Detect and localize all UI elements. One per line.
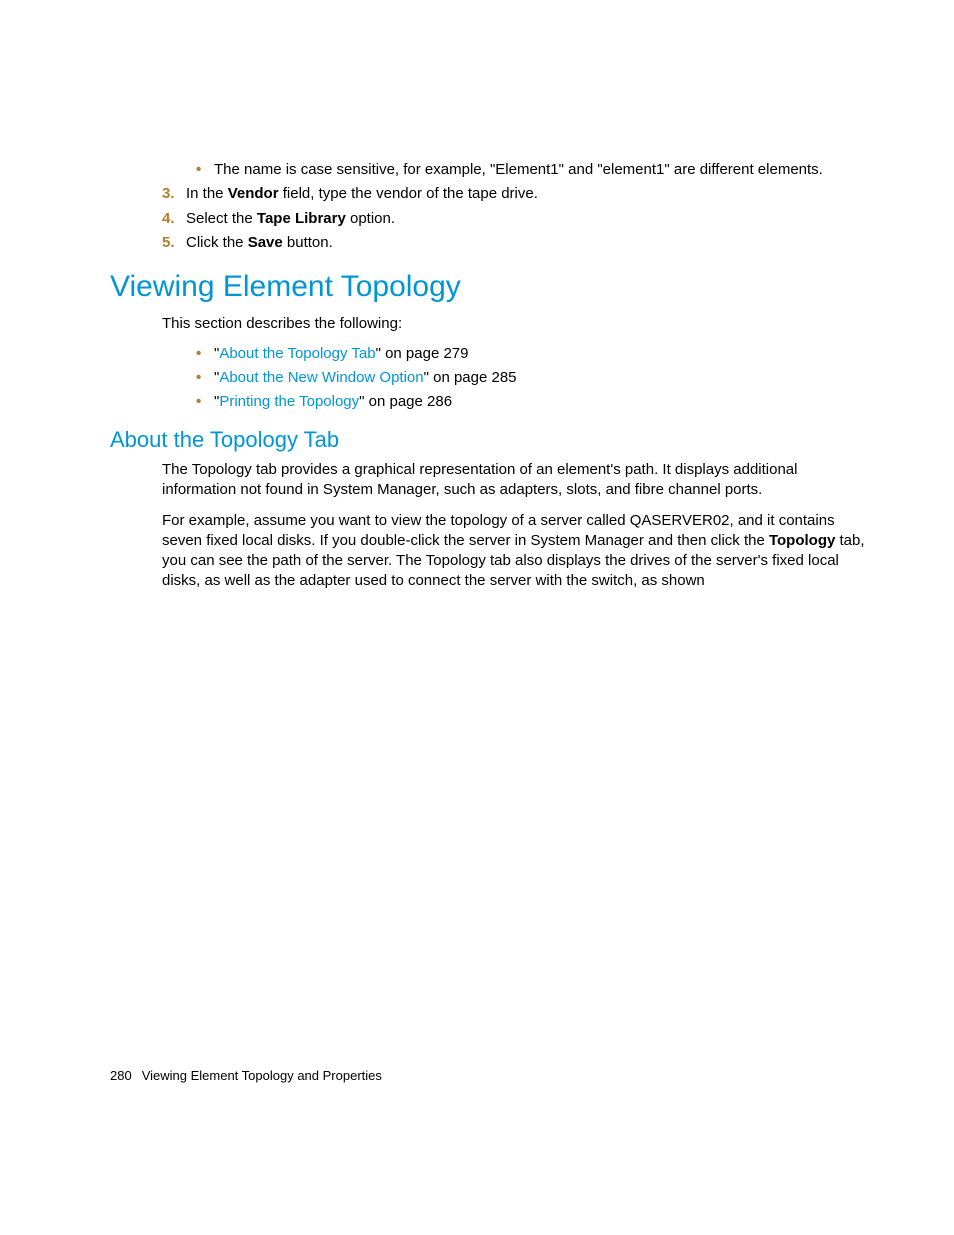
text-run: option.	[346, 210, 395, 227]
text-run: " on page 279	[376, 345, 469, 362]
text-run: Click the	[186, 234, 248, 251]
list-item: • "About the Topology Tab" on page 279	[196, 344, 874, 364]
text-run: For example, assume you want to view the…	[162, 512, 835, 549]
bullet-icon: •	[196, 344, 214, 364]
bullet-icon: •	[196, 392, 214, 412]
ordered-list-item-3: 3. In the Vendor field, type the vendor …	[162, 184, 874, 204]
list-number: 3.	[162, 184, 186, 204]
page-number: 280	[110, 1068, 132, 1083]
list-item-text: In the Vendor field, type the vendor of …	[186, 184, 874, 204]
heading-1: Viewing Element Topology	[110, 267, 874, 308]
text-run: field, type the vendor of the tape drive…	[279, 185, 538, 202]
text-run: Select the	[186, 210, 257, 227]
page-footer: 280 Viewing Element Topology and Properti…	[110, 1067, 382, 1085]
list-item: • The name is case sensitive, for exampl…	[196, 160, 874, 180]
ordered-list-item-5: 5. Click the Save button.	[162, 233, 874, 253]
bold-term: Topology	[769, 532, 835, 549]
text-run: " on page 286	[359, 393, 452, 410]
list-item-text: The name is case sensitive, for example,…	[214, 160, 874, 180]
cross-reference-link[interactable]: About the New Window Option	[219, 369, 423, 386]
body-paragraph: For example, assume you want to view the…	[162, 511, 874, 592]
text-run: button.	[283, 234, 333, 251]
text-run: In the	[186, 185, 228, 202]
list-number: 4.	[162, 209, 186, 229]
body-text: This section describes the following:	[162, 314, 874, 334]
list-item-text: "About the Topology Tab" on page 279	[214, 344, 874, 364]
cross-reference-link[interactable]: About the Topology Tab	[219, 345, 375, 362]
text-run: " on page 285	[424, 369, 517, 386]
cross-reference-link[interactable]: Printing the Topology	[219, 393, 359, 410]
bold-term: Save	[248, 234, 283, 251]
body-paragraph: The Topology tab provides a graphical re…	[162, 460, 874, 501]
list-item-text: Click the Save button.	[186, 233, 874, 253]
heading-2: About the Topology Tab	[110, 425, 874, 455]
list-number: 5.	[162, 233, 186, 253]
bold-term: Vendor	[228, 185, 279, 202]
ordered-list-item-4: 4. Select the Tape Library option.	[162, 209, 874, 229]
footer-title: Viewing Element Topology and Properties	[142, 1068, 382, 1083]
list-item-text: "About the New Window Option" on page 28…	[214, 368, 874, 388]
document-page: • The name is case sensitive, for exampl…	[0, 0, 954, 1235]
bullet-icon: •	[196, 160, 214, 180]
list-item-text: Select the Tape Library option.	[186, 209, 874, 229]
bold-term: Tape Library	[257, 210, 346, 227]
bullet-icon: •	[196, 368, 214, 388]
list-item: • "About the New Window Option" on page …	[196, 368, 874, 388]
list-item: • "Printing the Topology" on page 286	[196, 392, 874, 412]
list-item-text: "Printing the Topology" on page 286	[214, 392, 874, 412]
